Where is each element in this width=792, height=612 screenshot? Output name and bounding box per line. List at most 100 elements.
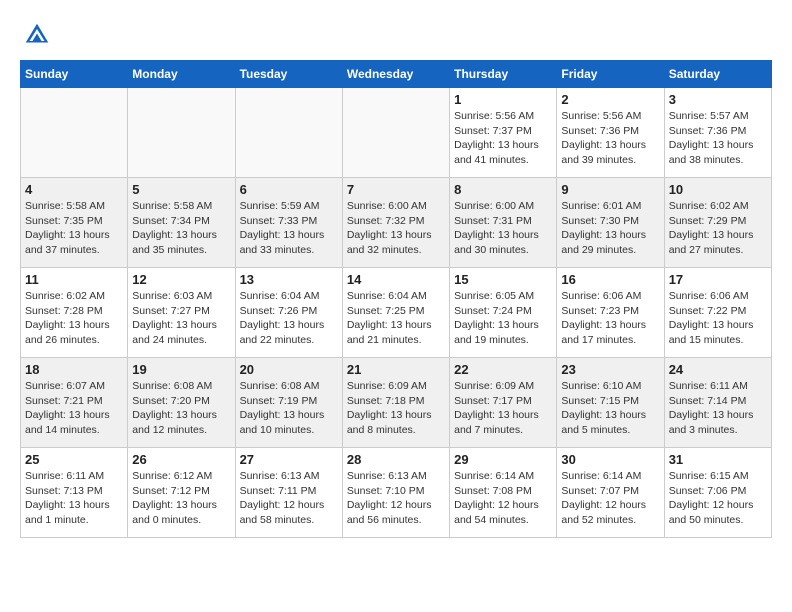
day-info: Sunrise: 5:57 AMSunset: 7:36 PMDaylight:… xyxy=(669,109,767,168)
calendar-cell: 22 Sunrise: 6:09 AMSunset: 7:17 PMDayligh… xyxy=(450,358,557,448)
calendar-cell: 25 Sunrise: 6:11 AMSunset: 7:13 PMDayligh… xyxy=(21,448,128,538)
calendar-cell: 11 Sunrise: 6:02 AMSunset: 7:28 PMDayligh… xyxy=(21,268,128,358)
weekday-header: Monday xyxy=(128,61,235,88)
day-info: Sunrise: 6:14 AMSunset: 7:07 PMDaylight:… xyxy=(561,469,659,528)
day-number: 18 xyxy=(25,362,123,377)
day-number: 25 xyxy=(25,452,123,467)
day-number: 27 xyxy=(240,452,338,467)
day-info: Sunrise: 6:06 AMSunset: 7:22 PMDaylight:… xyxy=(669,289,767,348)
calendar-cell: 19Sunrise: 6:08 AMSunset: 7:20 PMDayligh… xyxy=(128,358,235,448)
calendar-cell xyxy=(342,88,449,178)
day-info: Sunrise: 6:05 AMSunset: 7:24 PMDaylight:… xyxy=(454,289,552,348)
day-info: Sunrise: 6:14 AMSunset: 7:08 PMDaylight:… xyxy=(454,469,552,528)
calendar-cell: 15 Sunrise: 6:05 AMSunset: 7:24 PMDayligh… xyxy=(450,268,557,358)
calendar-cell xyxy=(21,88,128,178)
calendar-cell: 6Sunrise: 5:59 AMSunset: 7:33 PMDaylight… xyxy=(235,178,342,268)
logo xyxy=(20,20,52,50)
day-number: 29 xyxy=(454,452,552,467)
calendar-cell xyxy=(128,88,235,178)
day-number: 8 xyxy=(454,182,552,197)
day-number: 24 xyxy=(669,362,767,377)
calendar-cell: 16 Sunrise: 6:06 AMSunset: 7:23 PMDayligh… xyxy=(557,268,664,358)
calendar-cell: 13 Sunrise: 6:04 AMSunset: 7:26 PMDayligh… xyxy=(235,268,342,358)
calendar-cell: 29 Sunrise: 6:14 AMSunset: 7:08 PMDayligh… xyxy=(450,448,557,538)
day-number: 30 xyxy=(561,452,659,467)
day-info: Sunrise: 6:02 AMSunset: 7:28 PMDaylight:… xyxy=(25,289,123,348)
day-number: 23 xyxy=(561,362,659,377)
logo-icon xyxy=(22,20,52,50)
calendar-cell: 30 Sunrise: 6:14 AMSunset: 7:07 PMDayligh… xyxy=(557,448,664,538)
day-info: Sunrise: 6:07 AMSunset: 7:21 PMDaylight:… xyxy=(25,379,123,438)
day-info: Sunrise: 6:02 AMSunset: 7:29 PMDaylight:… xyxy=(669,199,767,258)
calendar-week-row: 1Sunrise: 5:56 AMSunset: 7:37 PMDaylight… xyxy=(21,88,772,178)
day-info: Sunrise: 6:06 AMSunset: 7:23 PMDaylight:… xyxy=(561,289,659,348)
calendar-header-row: SundayMondayTuesdayWednesdayThursdayFrid… xyxy=(21,61,772,88)
day-number: 22 xyxy=(454,362,552,377)
calendar-week-row: 11 Sunrise: 6:02 AMSunset: 7:28 PMDayligh… xyxy=(21,268,772,358)
day-info: Sunrise: 6:03 AMSunset: 7:27 PMDaylight:… xyxy=(132,289,230,348)
calendar-cell: 5Sunrise: 5:58 AMSunset: 7:34 PMDaylight… xyxy=(128,178,235,268)
weekday-header: Saturday xyxy=(664,61,771,88)
day-info: Sunrise: 6:13 AMSunset: 7:11 PMDaylight:… xyxy=(240,469,338,528)
day-info: Sunrise: 5:56 AMSunset: 7:37 PMDaylight:… xyxy=(454,109,552,168)
calendar-cell xyxy=(235,88,342,178)
calendar-cell: 17Sunrise: 6:06 AMSunset: 7:22 PMDayligh… xyxy=(664,268,771,358)
calendar-table: SundayMondayTuesdayWednesdayThursdayFrid… xyxy=(20,60,772,538)
day-info: Sunrise: 6:01 AMSunset: 7:30 PMDaylight:… xyxy=(561,199,659,258)
day-number: 11 xyxy=(25,272,123,287)
day-info: Sunrise: 5:58 AMSunset: 7:35 PMDaylight:… xyxy=(25,199,123,258)
day-number: 26 xyxy=(132,452,230,467)
day-info: Sunrise: 6:12 AMSunset: 7:12 PMDaylight:… xyxy=(132,469,230,528)
calendar-cell: 28Sunrise: 6:13 AMSunset: 7:10 PMDayligh… xyxy=(342,448,449,538)
calendar-cell: 18 Sunrise: 6:07 AMSunset: 7:21 PMDayligh… xyxy=(21,358,128,448)
day-info: Sunrise: 5:59 AMSunset: 7:33 PMDaylight:… xyxy=(240,199,338,258)
day-number: 13 xyxy=(240,272,338,287)
calendar-cell: 12Sunrise: 6:03 AMSunset: 7:27 PMDayligh… xyxy=(128,268,235,358)
calendar-cell: 26 Sunrise: 6:12 AMSunset: 7:12 PMDayligh… xyxy=(128,448,235,538)
day-number: 15 xyxy=(454,272,552,287)
calendar-week-row: 4Sunrise: 5:58 AMSunset: 7:35 PMDaylight… xyxy=(21,178,772,268)
day-number: 3 xyxy=(669,92,767,107)
day-info: Sunrise: 6:00 AMSunset: 7:31 PMDaylight:… xyxy=(454,199,552,258)
weekday-header: Tuesday xyxy=(235,61,342,88)
day-number: 10 xyxy=(669,182,767,197)
calendar-cell: 7 Sunrise: 6:00 AMSunset: 7:32 PMDaylight… xyxy=(342,178,449,268)
calendar-cell: 3 Sunrise: 5:57 AMSunset: 7:36 PMDaylight… xyxy=(664,88,771,178)
day-info: Sunrise: 6:15 AMSunset: 7:06 PMDaylight:… xyxy=(669,469,767,528)
day-info: Sunrise: 6:00 AMSunset: 7:32 PMDaylight:… xyxy=(347,199,445,258)
day-info: Sunrise: 6:09 AMSunset: 7:18 PMDaylight:… xyxy=(347,379,445,438)
calendar-cell: 20 Sunrise: 6:08 AMSunset: 7:19 PMDayligh… xyxy=(235,358,342,448)
day-info: Sunrise: 6:11 AMSunset: 7:13 PMDaylight:… xyxy=(25,469,123,528)
day-info: Sunrise: 6:08 AMSunset: 7:19 PMDaylight:… xyxy=(240,379,338,438)
day-number: 21 xyxy=(347,362,445,377)
page-header xyxy=(20,20,772,50)
day-number: 20 xyxy=(240,362,338,377)
calendar-cell: 14 Sunrise: 6:04 AMSunset: 7:25 PMDayligh… xyxy=(342,268,449,358)
day-info: Sunrise: 6:08 AMSunset: 7:20 PMDaylight:… xyxy=(132,379,230,438)
weekday-header: Sunday xyxy=(21,61,128,88)
day-info: Sunrise: 5:56 AMSunset: 7:36 PMDaylight:… xyxy=(561,109,659,168)
day-number: 31 xyxy=(669,452,767,467)
calendar-cell: 1Sunrise: 5:56 AMSunset: 7:37 PMDaylight… xyxy=(450,88,557,178)
day-info: Sunrise: 6:09 AMSunset: 7:17 PMDaylight:… xyxy=(454,379,552,438)
day-info: Sunrise: 6:10 AMSunset: 7:15 PMDaylight:… xyxy=(561,379,659,438)
day-info: Sunrise: 6:04 AMSunset: 7:25 PMDaylight:… xyxy=(347,289,445,348)
day-number: 14 xyxy=(347,272,445,287)
day-number: 7 xyxy=(347,182,445,197)
calendar-cell: 24Sunrise: 6:11 AMSunset: 7:14 PMDayligh… xyxy=(664,358,771,448)
day-number: 9 xyxy=(561,182,659,197)
day-info: Sunrise: 6:04 AMSunset: 7:26 PMDaylight:… xyxy=(240,289,338,348)
calendar-week-row: 18 Sunrise: 6:07 AMSunset: 7:21 PMDayligh… xyxy=(21,358,772,448)
day-number: 5 xyxy=(132,182,230,197)
day-number: 2 xyxy=(561,92,659,107)
calendar-cell: 2 Sunrise: 5:56 AMSunset: 7:36 PMDaylight… xyxy=(557,88,664,178)
calendar-cell: 21 Sunrise: 6:09 AMSunset: 7:18 PMDayligh… xyxy=(342,358,449,448)
weekday-header: Friday xyxy=(557,61,664,88)
weekday-header: Wednesday xyxy=(342,61,449,88)
calendar-cell: 27 Sunrise: 6:13 AMSunset: 7:11 PMDayligh… xyxy=(235,448,342,538)
day-number: 16 xyxy=(561,272,659,287)
calendar-cell: 10 Sunrise: 6:02 AMSunset: 7:29 PMDayligh… xyxy=(664,178,771,268)
day-info: Sunrise: 6:13 AMSunset: 7:10 PMDaylight:… xyxy=(347,469,445,528)
calendar-week-row: 25 Sunrise: 6:11 AMSunset: 7:13 PMDayligh… xyxy=(21,448,772,538)
calendar-cell: 31 Sunrise: 6:15 AMSunset: 7:06 PMDayligh… xyxy=(664,448,771,538)
